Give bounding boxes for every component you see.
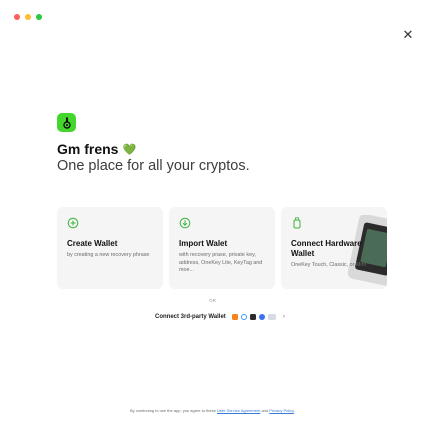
chevron-right-icon: › bbox=[282, 313, 286, 320]
page-title: Gm frens 💚 bbox=[57, 141, 136, 157]
walletconnect-icon bbox=[240, 313, 247, 320]
import-wallet-title: Import Walet bbox=[179, 239, 228, 248]
privacy-policy-link[interactable]: Privacy Policy bbox=[269, 408, 294, 413]
logo-glyph bbox=[62, 117, 71, 129]
or-divider: OR bbox=[209, 298, 216, 303]
third-party-label: Connect 3rd-party Wallet bbox=[155, 313, 226, 320]
metamask-icon bbox=[231, 313, 238, 320]
hardware-device-icon bbox=[293, 217, 301, 229]
plus-circle-icon bbox=[67, 217, 79, 229]
wallet-options: Create Wallet by creating a new recovery… bbox=[57, 207, 387, 289]
footer-and: and bbox=[261, 408, 269, 413]
arrow-down-circle-icon bbox=[179, 217, 191, 229]
page-subtitle: One place for all your cryptos. bbox=[57, 158, 250, 174]
connect-hardware-card[interactable]: Connect Hardware Wallet OneKey Touch, Cl… bbox=[281, 207, 387, 289]
connect-hardware-title: Connect Hardware Wallet bbox=[291, 239, 362, 258]
import-wallet-desc: with recovery prase, private key, addres… bbox=[179, 252, 263, 273]
terms-footer: By continuing to use the app, you agree … bbox=[0, 408, 425, 413]
connect-third-party-button[interactable]: Connect 3rd-party Wallet › bbox=[155, 313, 285, 320]
window-close-dot[interactable] bbox=[14, 14, 20, 20]
connect-hardware-desc: OneKey Touch, Classic, or Mini bbox=[291, 262, 366, 268]
footer-suffix: . bbox=[293, 408, 295, 413]
close-icon[interactable]: ✕ bbox=[401, 28, 415, 43]
coinbase-icon bbox=[258, 313, 265, 320]
footer-prefix: By continuing to use the app, you agree … bbox=[130, 408, 216, 413]
window-minimize-dot[interactable] bbox=[25, 14, 31, 20]
window-zoom-dot[interactable] bbox=[36, 14, 42, 20]
user-service-agreement-link[interactable]: User Service Agreement bbox=[217, 408, 260, 413]
create-wallet-title: Create Wallet bbox=[67, 239, 118, 248]
onboarding-window: ✕ Gm frens 💚 One place for all your cryp… bbox=[0, 0, 425, 429]
window-controls bbox=[14, 14, 42, 20]
create-wallet-card[interactable]: Create Wallet by creating a new recovery… bbox=[57, 207, 163, 289]
create-wallet-desc: by creating a new recovery phrase bbox=[67, 252, 150, 258]
trustwallet-icon bbox=[249, 313, 256, 320]
headline-text: Gm frens bbox=[57, 141, 119, 157]
more-wallets-icon bbox=[267, 313, 276, 320]
green-heart-icon: 💚 bbox=[122, 143, 137, 156]
onekey-logo bbox=[57, 113, 76, 132]
import-wallet-card[interactable]: Import Walet with recovery prase, privat… bbox=[169, 207, 275, 289]
